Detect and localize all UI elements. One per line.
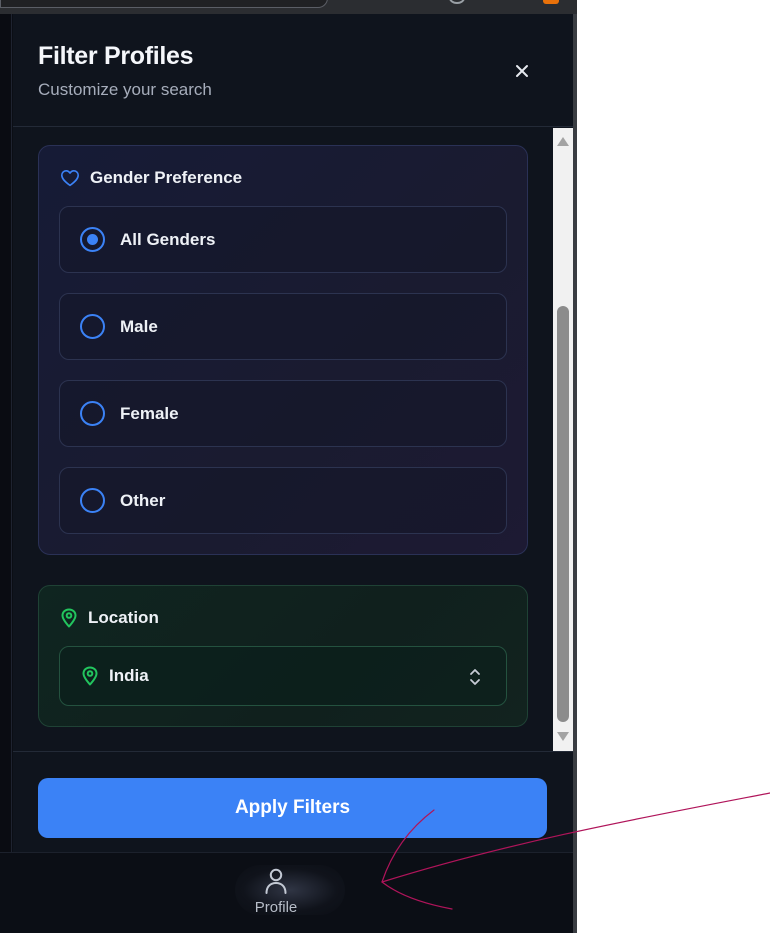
- scrollbar-thumb[interactable]: [557, 306, 569, 722]
- extension-icon[interactable]: [449, 0, 465, 4]
- map-pin-icon: [82, 666, 98, 686]
- heart-icon: [60, 169, 79, 187]
- nav-item-profile[interactable]: Profile: [236, 867, 316, 916]
- radio-button[interactable]: [80, 488, 105, 513]
- panel-subtitle: Customize your search: [38, 80, 212, 99]
- gender-preference-title: Gender Preference: [90, 168, 243, 187]
- vertical-scrollbar[interactable]: [553, 128, 573, 751]
- filter-panel: Filter Profiles Customize your search Ge…: [13, 14, 573, 852]
- location-value: India: [109, 666, 149, 685]
- browser-chrome: [0, 0, 577, 14]
- scroll-down-arrow-icon[interactable]: [557, 732, 569, 741]
- location-header: Location: [60, 608, 159, 628]
- gender-option-label: All Genders: [120, 229, 216, 249]
- radio-button[interactable]: [80, 227, 105, 252]
- radio-button[interactable]: [80, 401, 105, 426]
- gender-option-male[interactable]: Male: [59, 293, 507, 360]
- address-bar[interactable]: [0, 0, 328, 8]
- panel-title: Filter Profiles: [38, 42, 194, 70]
- chevron-up-down-icon: [470, 669, 480, 685]
- gender-preference-header: Gender Preference: [60, 168, 242, 188]
- close-button[interactable]: [507, 56, 537, 86]
- page-backdrop: [0, 14, 12, 852]
- radio-button[interactable]: [80, 314, 105, 339]
- close-icon: [516, 65, 528, 77]
- scroll-up-arrow-icon[interactable]: [557, 137, 569, 146]
- location-select[interactable]: India: [59, 646, 507, 706]
- gender-option-other[interactable]: Other: [59, 467, 507, 534]
- panel-header: Filter Profiles Customize your search: [13, 14, 573, 127]
- app-window: Filter Profiles Customize your search Ge…: [0, 14, 577, 933]
- panel-footer: Apply Filters: [13, 751, 573, 852]
- gender-option-label: Other: [120, 490, 166, 510]
- gender-option-female[interactable]: Female: [59, 380, 507, 447]
- radio-selected-dot: [87, 234, 98, 245]
- gender-option-label: Female: [120, 403, 179, 423]
- gender-option-label: Male: [120, 316, 158, 336]
- nav-item-label: Profile: [254, 899, 298, 916]
- filter-scroll-area[interactable]: Gender Preference All Genders Male Femal…: [13, 128, 573, 751]
- location-card: Location India: [38, 585, 528, 727]
- bottom-navigation: Profile: [0, 852, 573, 933]
- map-pin-icon: [61, 608, 77, 628]
- location-title: Location: [88, 608, 159, 627]
- gender-option-all[interactable]: All Genders: [59, 206, 507, 273]
- gender-preference-card: Gender Preference All Genders Male Femal…: [38, 145, 528, 555]
- extension-icon[interactable]: [543, 0, 559, 4]
- user-icon: [265, 868, 287, 894]
- apply-filters-button[interactable]: Apply Filters: [38, 778, 547, 838]
